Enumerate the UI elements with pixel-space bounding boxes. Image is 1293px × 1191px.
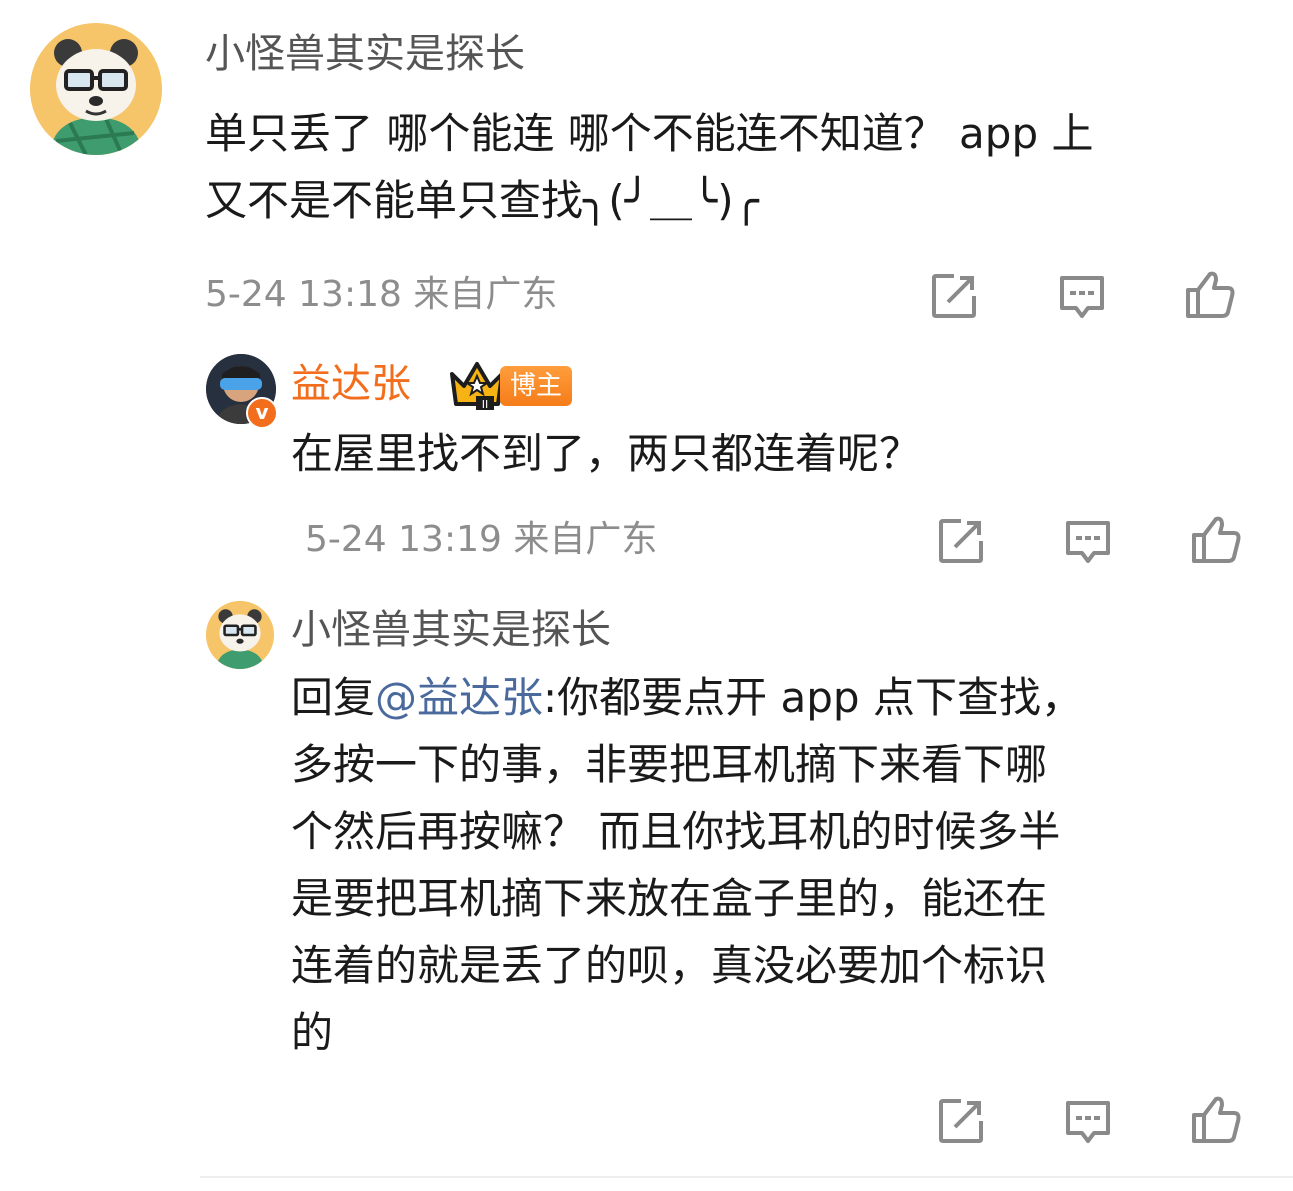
comment-time: 5-24 13:18 — [205, 274, 402, 315]
reply1-location: 来自广东 — [513, 519, 658, 560]
verified-badge: v — [246, 397, 278, 429]
badge-level: II — [482, 398, 489, 411]
reply2-body: 回复@益达张:你都要点开 app 点下查找， 多按一下的事，非要把耳机摘下来看下… — [291, 664, 1083, 1066]
reply1-text: 在屋里找不到了，两只都连着呢？ — [291, 429, 922, 478]
share-icon[interactable] — [935, 1095, 987, 1147]
reply2-text-line: 是要把耳机摘下来放在盒子里的，能还在 — [291, 874, 1048, 923]
like-icon[interactable] — [1190, 1093, 1242, 1145]
comment-username[interactable]: 小怪兽其实是探长 — [205, 34, 525, 74]
comment-icon[interactable] — [1062, 1095, 1114, 1147]
comment-icon[interactable] — [1062, 515, 1114, 567]
comment-text-line: 单只丢了 哪个能连 哪个不能连不知道？ app 上 — [205, 109, 1094, 158]
reply2-line1-rest: :你都要点开 app 点下查找， — [543, 673, 1083, 722]
reply2-text-line: 多按一下的事，非要把耳机摘下来看下哪 — [291, 740, 1048, 789]
crown-icon: II — [450, 362, 504, 411]
reply2-text-line: 个然后再按嘛？ 而且你找耳机的时候多半 — [291, 807, 1061, 856]
comment-meta: 5-24 13:18 来自广东 — [205, 277, 557, 313]
reply1-meta: 5-24 13:19 来自广东 — [305, 522, 657, 558]
comment-body: 单只丢了 哪个能连 哪个不能连不知道？ app 上 又不是不能单只查找╮(╯＿╰… — [205, 100, 1093, 234]
divider — [200, 1176, 1293, 1178]
reply-prefix: 回复 — [291, 673, 376, 722]
mention-link[interactable]: @益达张 — [375, 673, 543, 722]
reply2-text-line: 连着的就是丢了的呗，真没必要加个标识 — [291, 941, 1048, 990]
reply2-text-line: 的 — [291, 1008, 334, 1057]
panda-avatar-icon — [30, 23, 162, 155]
like-icon[interactable] — [1190, 513, 1242, 565]
comment-icon[interactable] — [1056, 270, 1108, 322]
share-icon[interactable] — [928, 270, 980, 322]
avatar[interactable] — [30, 23, 162, 155]
avatar[interactable] — [206, 601, 274, 669]
panda-avatar-icon — [206, 601, 274, 669]
reply2-username[interactable]: 小怪兽其实是探长 — [291, 610, 611, 650]
reply2-text-line: 回复@益达张:你都要点开 app 点下查找， — [291, 664, 1083, 731]
reply1-time: 5-24 13:19 — [305, 519, 502, 560]
like-icon[interactable] — [1184, 268, 1236, 320]
share-icon[interactable] — [935, 515, 987, 567]
comment-text-line: 又不是不能单只查找╮(╯＿╰)╭ — [205, 176, 759, 225]
blogger-badge[interactable]: II 博主 — [446, 360, 573, 412]
badge-label: 博主 — [500, 366, 573, 406]
comment-location: 来自广东 — [413, 274, 558, 315]
reply1-username[interactable]: 益达张 — [291, 364, 411, 404]
